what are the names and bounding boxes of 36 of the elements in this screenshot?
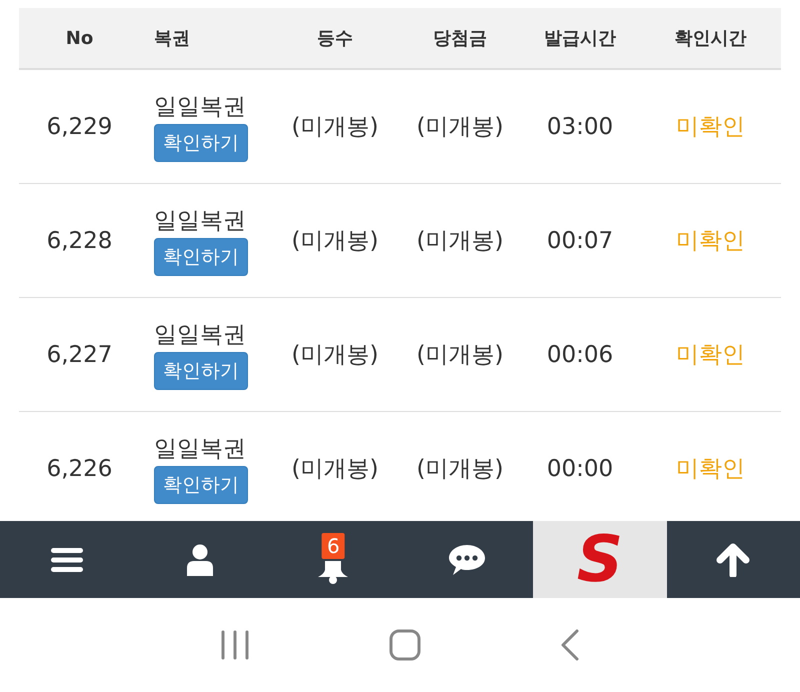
table-cell: 00:07 [546, 228, 614, 254]
check-button[interactable]: 확인하기 [154, 466, 248, 504]
table-cell-text: 일일복권 [154, 93, 246, 122]
table-cell: (미개봉) [292, 114, 378, 140]
table-cell: 미확인 [676, 456, 745, 482]
table-cell: (미개봉) [416, 342, 504, 368]
column-header: No [64, 28, 94, 48]
table-cell: (미개봉) [416, 228, 504, 254]
table-cell: 미확인 [676, 114, 745, 140]
column-header: 등수 [316, 27, 354, 50]
column-header: 발급시간 [543, 27, 617, 50]
check-button[interactable]: 확인하기 [154, 124, 248, 162]
check-button[interactable]: 확인하기 [154, 238, 248, 276]
table-cell: 6,228 [46, 228, 112, 254]
logo-button[interactable]: S [533, 521, 667, 598]
table-cell: 03:00 [546, 114, 614, 140]
table-cell: (미개봉) [292, 228, 378, 254]
check-button[interactable]: 확인하기 [154, 352, 248, 390]
table-cell: 미확인 [676, 342, 745, 368]
column-header: 확인시간 [674, 27, 748, 50]
table-cell: (미개봉) [292, 342, 378, 368]
table-cell: 00:00 [546, 456, 614, 482]
table-cell: 6,226 [46, 456, 112, 482]
table-cell: (미개봉) [292, 456, 378, 482]
table-cell-text: 일일복권 [154, 321, 246, 350]
column-header: 당첨금 [432, 27, 488, 50]
column-header: 복권 [153, 27, 191, 50]
notification-badge: 6 [322, 532, 345, 558]
table-cell: 00:06 [546, 342, 614, 368]
table-cell: 6,229 [46, 114, 112, 140]
table-cell: 6,227 [46, 342, 112, 368]
table-cell: 미확인 [676, 228, 745, 254]
table-cell-text: 일일복권 [154, 435, 246, 464]
table-cell-text: 일일복권 [154, 207, 246, 236]
table-cell: (미개봉) [416, 114, 504, 140]
table-cell: (미개봉) [416, 456, 504, 482]
